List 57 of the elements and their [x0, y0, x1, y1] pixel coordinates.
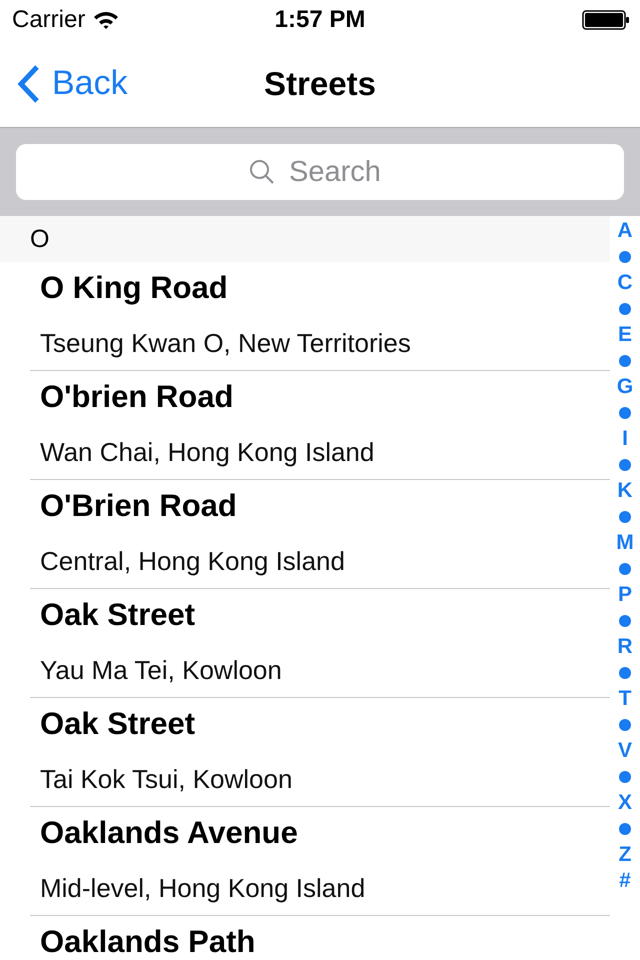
- screen-title: Streets: [264, 64, 376, 102]
- index-letter[interactable]: #: [619, 868, 631, 894]
- street-name: O'Brien Road: [40, 488, 238, 524]
- street-name: Oaklands Avenue: [40, 815, 299, 851]
- street-area: Tseung Kwan O, New Territories: [40, 328, 610, 358]
- street-row[interactable]: Oak Street Yau Ma Tei, Kowloon: [30, 589, 610, 698]
- street-row[interactable]: O King Road Tseung Kwan O, New Territories: [30, 262, 610, 371]
- wifi-icon: [93, 10, 120, 30]
- street-area: Yau Ma Tei, Kowloon: [40, 655, 610, 685]
- index-letter[interactable]: T: [618, 686, 632, 712]
- index-letter[interactable]: R: [617, 634, 633, 660]
- chevron-left-icon: [16, 64, 40, 104]
- street-row[interactable]: Oak Street Tai Kok Tsui, Kowloon: [30, 698, 610, 807]
- street-row[interactable]: Oaklands Avenue Mid-level, Hong Kong Island: [30, 807, 610, 916]
- street-area: Wan Chai, Hong Kong Island: [40, 437, 610, 467]
- street-name: O'brien Road: [40, 379, 234, 415]
- search-input[interactable]: Search: [287, 154, 391, 190]
- battery-icon: [582, 10, 630, 30]
- index-dot-icon[interactable]: [619, 667, 631, 679]
- street-name: O King Road: [40, 270, 229, 306]
- index-dot-icon[interactable]: [619, 355, 631, 367]
- search-field[interactable]: Search: [16, 144, 624, 200]
- back-button[interactable]: Back: [0, 64, 128, 104]
- index-letter[interactable]: G: [616, 374, 634, 400]
- index-letter[interactable]: K: [617, 478, 633, 504]
- index-dot-icon[interactable]: [619, 719, 631, 731]
- street-row[interactable]: O'brien Road Wan Chai, Hong Kong Island: [30, 371, 610, 480]
- street-name: Oaklands Path: [40, 924, 256, 960]
- section-letter: O: [30, 224, 50, 254]
- index-dot-icon[interactable]: [619, 771, 631, 783]
- street-area: Central, Hong Kong Island: [40, 546, 610, 576]
- street-name: Oak Street: [40, 597, 196, 633]
- index-letter[interactable]: C: [617, 270, 633, 296]
- index-letter[interactable]: V: [618, 738, 632, 764]
- street-name: Oak Street: [40, 706, 196, 742]
- index-letter[interactable]: M: [616, 530, 634, 556]
- index-dot-icon[interactable]: [619, 459, 631, 471]
- index-letter[interactable]: P: [618, 582, 632, 608]
- index-dot-icon[interactable]: [619, 407, 631, 419]
- search-icon: [249, 159, 275, 185]
- carrier-name: Carrier: [12, 6, 86, 34]
- index-dot-icon[interactable]: [619, 303, 631, 315]
- street-row[interactable]: O'Brien Road Central, Hong Kong Island: [30, 480, 610, 589]
- index-dot-icon[interactable]: [619, 563, 631, 575]
- index-letter[interactable]: E: [618, 322, 632, 348]
- index-letter[interactable]: Z: [618, 842, 632, 868]
- index-dot-icon[interactable]: [619, 615, 631, 627]
- street-row[interactable]: Oaklands Path: [30, 916, 610, 960]
- index-letter[interactable]: A: [617, 218, 633, 244]
- index-dot-icon[interactable]: [619, 251, 631, 263]
- street-area: Tai Kok Tsui, Kowloon: [40, 764, 610, 794]
- street-area: Mid-level, Hong Kong Island: [40, 873, 610, 903]
- index-letter[interactable]: X: [618, 790, 632, 816]
- index-dot-icon[interactable]: [619, 511, 631, 523]
- index-dot-icon[interactable]: [619, 823, 631, 835]
- clock-time: 1:57 PM: [274, 6, 366, 34]
- index-letter[interactable]: I: [622, 426, 628, 452]
